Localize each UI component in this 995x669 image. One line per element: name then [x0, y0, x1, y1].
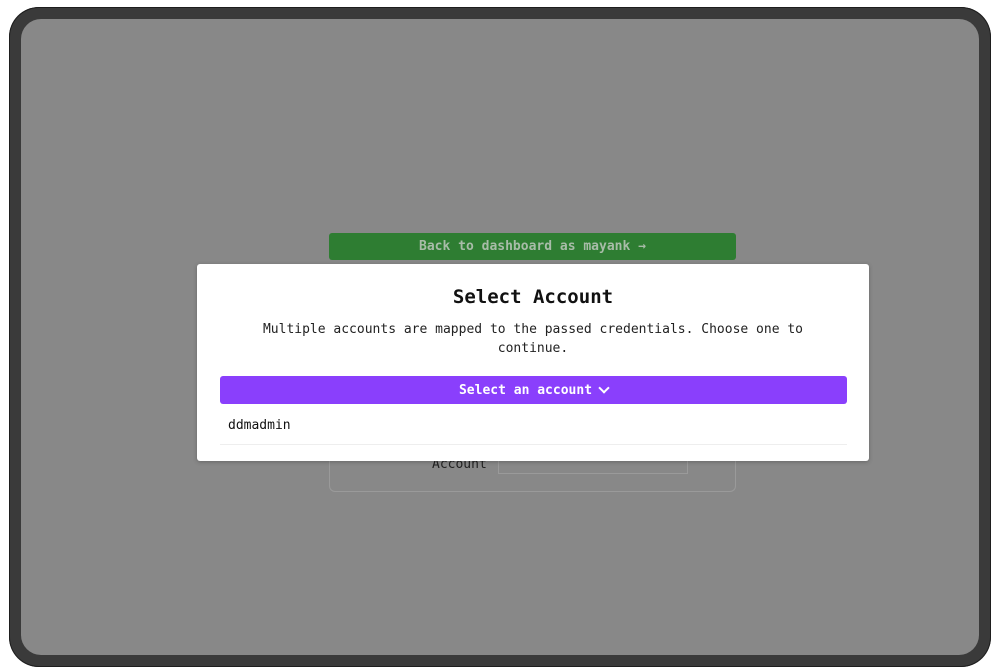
modal-description: Multiple accounts are mapped to the pass…	[262, 322, 804, 356]
select-account-modal: Select Account Multiple accounts are map…	[197, 264, 869, 461]
select-account-button[interactable]: Select an account	[220, 376, 847, 404]
device-frame: Back to dashboard as mayank → Account Se…	[9, 7, 991, 667]
modal-title: Select Account	[452, 286, 614, 308]
account-option-list: ddmadmin	[220, 412, 847, 445]
select-account-label: Select an account	[458, 382, 593, 398]
chevron-down-icon	[598, 382, 610, 394]
account-option-ddmadmin[interactable]: ddmadmin	[220, 412, 847, 445]
back-to-dashboard-button: Back to dashboard as mayank →	[329, 233, 736, 260]
back-to-dashboard-label: Back to dashboard as mayank →	[419, 239, 646, 254]
screen: Back to dashboard as mayank → Account Se…	[21, 19, 979, 655]
